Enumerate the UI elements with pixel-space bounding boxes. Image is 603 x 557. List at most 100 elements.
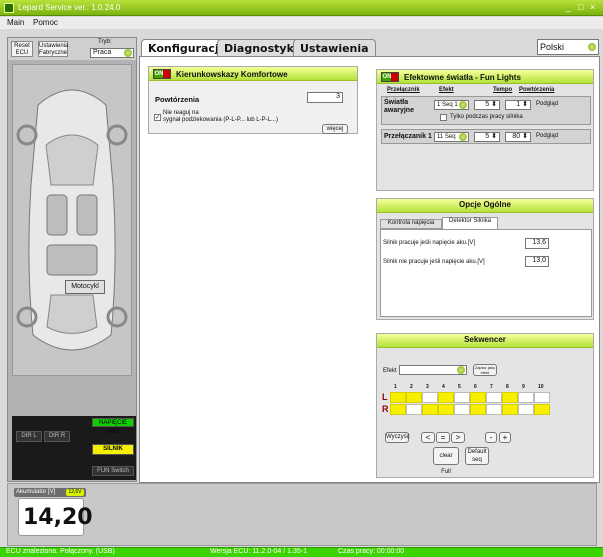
sequencer-grid: 1 2 3 4 5 6 7 8 9 10 L R: [382, 384, 554, 420]
sequencer-cell[interactable]: [406, 392, 422, 403]
factory-settings-button[interactable]: Ustawienia Fabryczne: [38, 41, 68, 57]
menu-main[interactable]: Main: [7, 18, 24, 27]
tab-voltage-control[interactable]: Kontrola napięcia: [380, 219, 442, 229]
hazard-tempo-spinner[interactable]: 5 ⬍: [474, 100, 500, 110]
minus-button[interactable]: -: [485, 432, 497, 443]
hazard-effect-select[interactable]: 1 Seq 1: [434, 100, 469, 110]
clear-full-button[interactable]: clear Full: [433, 447, 459, 475]
hazard-effect-value: 1 Seq 1: [437, 102, 458, 108]
hazard-label: Światła awaryjne: [384, 99, 414, 114]
engine-on-input[interactable]: 13,6: [525, 238, 549, 249]
dropdown-icon: [124, 49, 132, 57]
sequencer-cell[interactable]: [470, 392, 486, 403]
sequencer-cell[interactable]: [390, 392, 406, 403]
dropdown-icon: [459, 133, 467, 141]
sequencer-col-label: 1: [394, 384, 397, 390]
sequencer-col-label: 2: [410, 384, 413, 390]
motorcycle-button[interactable]: Motocykl: [65, 280, 105, 294]
menu-help[interactable]: Pomoc: [33, 18, 58, 27]
repeats-label: Powtórzenia: [155, 95, 200, 104]
dir-right-indicator: DIR R: [44, 431, 70, 442]
hazard-preview-button[interactable]: Podgląd: [536, 101, 558, 107]
left-panel: Reset ECU Ustawienia Fabryczne Tryb: Pra…: [7, 37, 137, 482]
effect-label: Efekt: [383, 368, 397, 374]
main-tabs: Konfiguracja Diagnostyka Ustawienia Pols…: [139, 37, 601, 58]
reset-ecu-button[interactable]: Reset ECU: [11, 41, 33, 57]
close-button[interactable]: ×: [590, 2, 595, 12]
general-options-title: Opcje Ogólne: [458, 200, 511, 209]
sequencer-col-label: 6: [474, 384, 477, 390]
toggle-off-part: [391, 73, 398, 81]
ignore-thanks-checkbox[interactable]: ✓: [154, 114, 161, 121]
sequencer-cell[interactable]: [422, 392, 438, 403]
minimize-button[interactable]: _: [566, 2, 571, 12]
sequencer-cell[interactable]: [486, 404, 502, 415]
sequencer-effect-select[interactable]: [399, 365, 467, 375]
fun-switch-indicator: FUN Switch: [92, 466, 134, 476]
sequencer-cell[interactable]: [518, 392, 534, 403]
engine-off-input[interactable]: 13,0: [525, 256, 549, 267]
sequencer-cell[interactable]: [438, 404, 454, 415]
col-switch: Przełącznik: [387, 87, 420, 93]
save-effect-button[interactable]: Zapisz jako efekt: [473, 364, 497, 376]
maximize-button[interactable]: □: [578, 2, 583, 12]
equal-button[interactable]: =: [436, 432, 450, 443]
battery-area: Akumulator [V] 12,6V 14,20: [7, 483, 597, 546]
switch1-effect-select[interactable]: 11 Seq: [434, 132, 469, 142]
more-button[interactable]: więcej: [322, 124, 348, 134]
sequencer-cell[interactable]: [518, 404, 534, 415]
switch1-repeats-value: 80: [512, 133, 521, 140]
shift-right-button[interactable]: >: [451, 432, 465, 443]
configuration-content: ON Kierunkowskazy Komfortowe Powtórzenia…: [139, 56, 600, 483]
plus-button[interactable]: +: [499, 432, 511, 443]
switch1-preview-button[interactable]: Podgląd: [536, 133, 558, 139]
col-effect: Efekt: [439, 87, 454, 93]
clear-button[interactable]: Wyczyść: [385, 432, 410, 443]
switch1-row: Przełączanik 1 11 Seq 5 ⬍ 80 ⬍ Podgląd: [381, 129, 591, 144]
hazard-repeats-spinner[interactable]: 1 ⬍: [505, 100, 531, 110]
fun-lights-toggle[interactable]: ON: [381, 72, 399, 82]
hazard-tempo-value: 5: [485, 101, 490, 108]
sequencer-col-label: 9: [522, 384, 525, 390]
sequencer-cell[interactable]: [422, 404, 438, 415]
shift-left-button[interactable]: <: [421, 432, 435, 443]
switch1-tempo-value: 5: [485, 133, 490, 140]
sequencer-cell[interactable]: [534, 404, 550, 415]
sequencer-cell[interactable]: [438, 392, 454, 403]
battery-badge: 12,6V: [66, 489, 84, 496]
repeats-input[interactable]: 3: [307, 92, 343, 103]
sequencer-cell[interactable]: [406, 404, 422, 415]
window-title-bar: Lepard Service ver.: 1.0.24.0 _ □ ×: [0, 0, 603, 16]
tab-settings[interactable]: Ustawienia: [293, 39, 376, 57]
sequencer-cell[interactable]: [470, 404, 486, 415]
engine-detector-content: Silnik pracuje jeśli napięcie aku.[V] 13…: [380, 229, 592, 317]
switch1-effect-value: 11 Seq: [437, 134, 456, 140]
status-indicators: NAPIĘCIE AKU DIR L DIR R SILNIK FUN Swit…: [12, 416, 136, 480]
comfort-toggle[interactable]: ON: [153, 69, 171, 79]
sequencer-cell[interactable]: [390, 404, 406, 415]
sequencer-cell[interactable]: [534, 392, 550, 403]
sequencer-cell[interactable]: [486, 392, 502, 403]
connection-status: ECU znaleziona. Połączony. (USB): [6, 548, 115, 555]
sequencer-cell[interactable]: [454, 392, 470, 403]
ignore-thanks-label: Nie reaguj na sygnał podziekowania (P-L-…: [163, 110, 278, 123]
sequencer-col-label: 8: [506, 384, 509, 390]
default-seq-button[interactable]: Default seq: [465, 447, 489, 465]
window-title: Lepard Service ver.: 1.0.24.0: [18, 3, 121, 12]
switch1-tempo-spinner[interactable]: 5 ⬍: [474, 132, 500, 142]
status-bar: ECU znaleziona. Połączony. (USB) Wersja …: [0, 547, 603, 557]
sequencer-header: Sekwencer: [377, 334, 593, 348]
tab-engine-detector[interactable]: Detektor Silnika: [442, 217, 498, 229]
sequencer-panel: Sekwencer Efekt Zapisz jako efekt 1 2 3 4 5 6…: [376, 333, 594, 478]
mode-select[interactable]: Praca: [90, 48, 134, 58]
sequencer-cell[interactable]: [454, 404, 470, 415]
battery-display: 14,20: [18, 498, 93, 536]
only-engine-checkbox[interactable]: [440, 114, 447, 121]
comfort-header: ON Kierunkowskazy Komfortowe: [149, 67, 357, 81]
hazard-row: Światła awaryjne 1 Seq 1 5 ⬍ 1 ⬍ Podgląd…: [381, 96, 591, 125]
sequencer-cell[interactable]: [502, 392, 518, 403]
switch1-repeats-spinner[interactable]: 80 ⬍: [505, 132, 531, 142]
sequencer-cell[interactable]: [502, 404, 518, 415]
general-options-panel: Opcje Ogólne Kontrola napięcia Detektor …: [376, 198, 594, 320]
language-select[interactable]: Polski: [537, 39, 599, 55]
